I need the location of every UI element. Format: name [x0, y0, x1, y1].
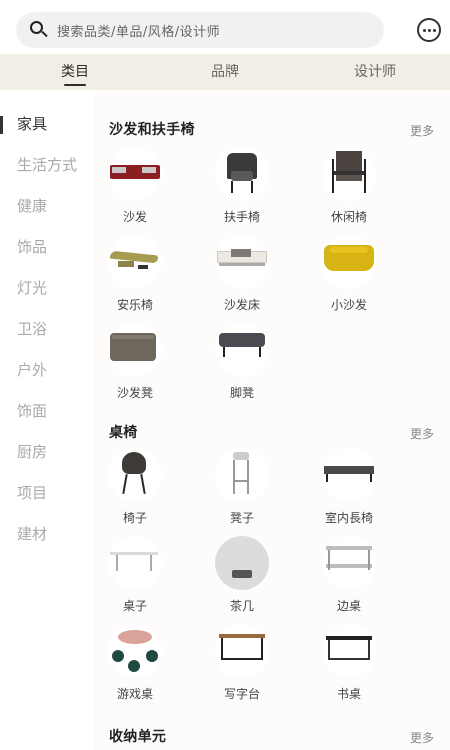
- item-label: 凳子: [229, 511, 254, 525]
- list-item[interactable]: 小沙发: [308, 235, 398, 315]
- list-item[interactable]: 边桌: [308, 536, 398, 616]
- search-icon: [30, 21, 48, 39]
- desk-image: [322, 624, 376, 678]
- sidebar-item-lighting[interactable]: 灯光: [0, 268, 94, 309]
- item-label: 桌子: [122, 599, 147, 613]
- coffee-table-image: [215, 536, 269, 590]
- more-link[interactable]: 更多: [410, 425, 434, 442]
- section-title: 沙发和扶手椅: [109, 122, 195, 138]
- sidebar-item-projects[interactable]: 项目: [0, 473, 94, 514]
- sidebar-item-kitchen[interactable]: 厨房: [0, 432, 94, 473]
- list-item[interactable]: 扶手椅: [201, 147, 291, 227]
- item-label: 脚凳: [229, 386, 254, 400]
- item-label: 茶几: [229, 599, 254, 613]
- game-table-image: [108, 624, 162, 678]
- section-title: 收纳单元: [109, 729, 167, 745]
- bench-image: [322, 448, 376, 502]
- search-input[interactable]: 搜索品类/单品/风格/设计师: [57, 21, 220, 40]
- list-item[interactable]: 沙发床: [201, 235, 291, 315]
- sidebar-item-outdoor[interactable]: 户外: [0, 350, 94, 391]
- lounge-chair-image: [322, 147, 376, 201]
- item-grid-sofas: 沙发 扶手椅 休闲椅 安乐椅 沙发床 小沙发 沙发凳 脚凳: [94, 147, 450, 417]
- item-label: 沙发凳: [116, 386, 153, 400]
- tab-brand[interactable]: 品牌: [150, 54, 300, 90]
- tab-category[interactable]: 类目: [0, 54, 150, 90]
- item-label: 写字台: [223, 687, 260, 701]
- section-tables-chairs: 桌椅 更多: [94, 416, 450, 442]
- list-item[interactable]: 安乐椅: [94, 235, 184, 315]
- sidebar-item-finishes[interactable]: 饰面: [0, 391, 94, 432]
- item-label: 室内長椅: [324, 511, 373, 525]
- list-item[interactable]: 休闲椅: [308, 147, 398, 227]
- search-bar[interactable]: 搜索品类/单品/风格/设计师: [16, 12, 384, 48]
- message-bubble-icon[interactable]: [417, 18, 441, 42]
- list-item[interactable]: 椅子: [94, 448, 184, 528]
- section-storage: 收纳单元 更多: [94, 720, 450, 746]
- sidebar-item-furniture[interactable]: 家具: [0, 104, 94, 145]
- list-item[interactable]: 室内長椅: [308, 448, 398, 528]
- sofa-image: [108, 147, 162, 201]
- table-image: [108, 536, 162, 590]
- sidebar-item-lifestyle[interactable]: 生活方式: [0, 145, 94, 186]
- item-label: 沙发床: [223, 298, 260, 312]
- category-content: 沙发和扶手椅 更多 沙发 扶手椅 休闲椅 安乐椅 沙发床 小沙发 沙发凳 脚凳 …: [94, 90, 450, 750]
- more-link[interactable]: 更多: [410, 122, 434, 139]
- list-item[interactable]: 游戏桌: [94, 624, 184, 704]
- chair-image: [108, 448, 162, 502]
- item-label: 沙发: [122, 210, 147, 224]
- list-item[interactable]: 桌子: [94, 536, 184, 616]
- section-title: 桌椅: [109, 425, 138, 441]
- list-item[interactable]: 沙发凳: [94, 323, 184, 403]
- footstool-image: [215, 323, 269, 377]
- list-item[interactable]: 凳子: [201, 448, 291, 528]
- item-label: 书桌: [336, 687, 361, 701]
- small-sofa-image: [322, 235, 376, 289]
- armchair-image: [215, 147, 269, 201]
- sofa-bed-image: [215, 235, 269, 289]
- sidebar-item-accessories[interactable]: 饰品: [0, 227, 94, 268]
- sidebar-item-materials[interactable]: 建材: [0, 514, 94, 555]
- list-item[interactable]: 脚凳: [201, 323, 291, 403]
- item-grid-tables-chairs: 椅子 凳子 室内長椅 桌子 茶几 边桌 游戏桌 写字台 书桌: [94, 448, 450, 718]
- stool-image: [215, 448, 269, 502]
- list-item[interactable]: 写字台: [201, 624, 291, 704]
- category-tabs: 类目 品牌 设计师: [0, 54, 450, 90]
- tab-designer[interactable]: 设计师: [300, 54, 450, 90]
- writing-desk-image: [215, 624, 269, 678]
- sidebar-item-health[interactable]: 健康: [0, 186, 94, 227]
- sidebar: 家具 生活方式 健康 饰品 灯光 卫浴 户外 饰面 厨房 项目 建材: [0, 90, 94, 750]
- sofa-stool-image: [108, 323, 162, 377]
- side-table-image: [322, 536, 376, 590]
- sidebar-item-bathroom[interactable]: 卫浴: [0, 309, 94, 350]
- item-label: 边桌: [336, 599, 361, 613]
- item-label: 椅子: [122, 511, 147, 525]
- item-label: 安乐椅: [116, 298, 153, 312]
- item-label: 休闲椅: [330, 210, 367, 224]
- section-sofas: 沙发和扶手椅 更多: [94, 113, 450, 139]
- list-item[interactable]: 茶几: [201, 536, 291, 616]
- more-link[interactable]: 更多: [410, 729, 434, 746]
- chaise-longue-image: [108, 235, 162, 289]
- item-label: 小沙发: [330, 298, 367, 312]
- item-label: 扶手椅: [223, 210, 260, 224]
- item-label: 游戏桌: [116, 687, 153, 701]
- list-item[interactable]: 书桌: [308, 624, 398, 704]
- top-bar: 搜索品类/单品/风格/设计师: [0, 0, 450, 54]
- list-item[interactable]: 沙发: [94, 147, 184, 227]
